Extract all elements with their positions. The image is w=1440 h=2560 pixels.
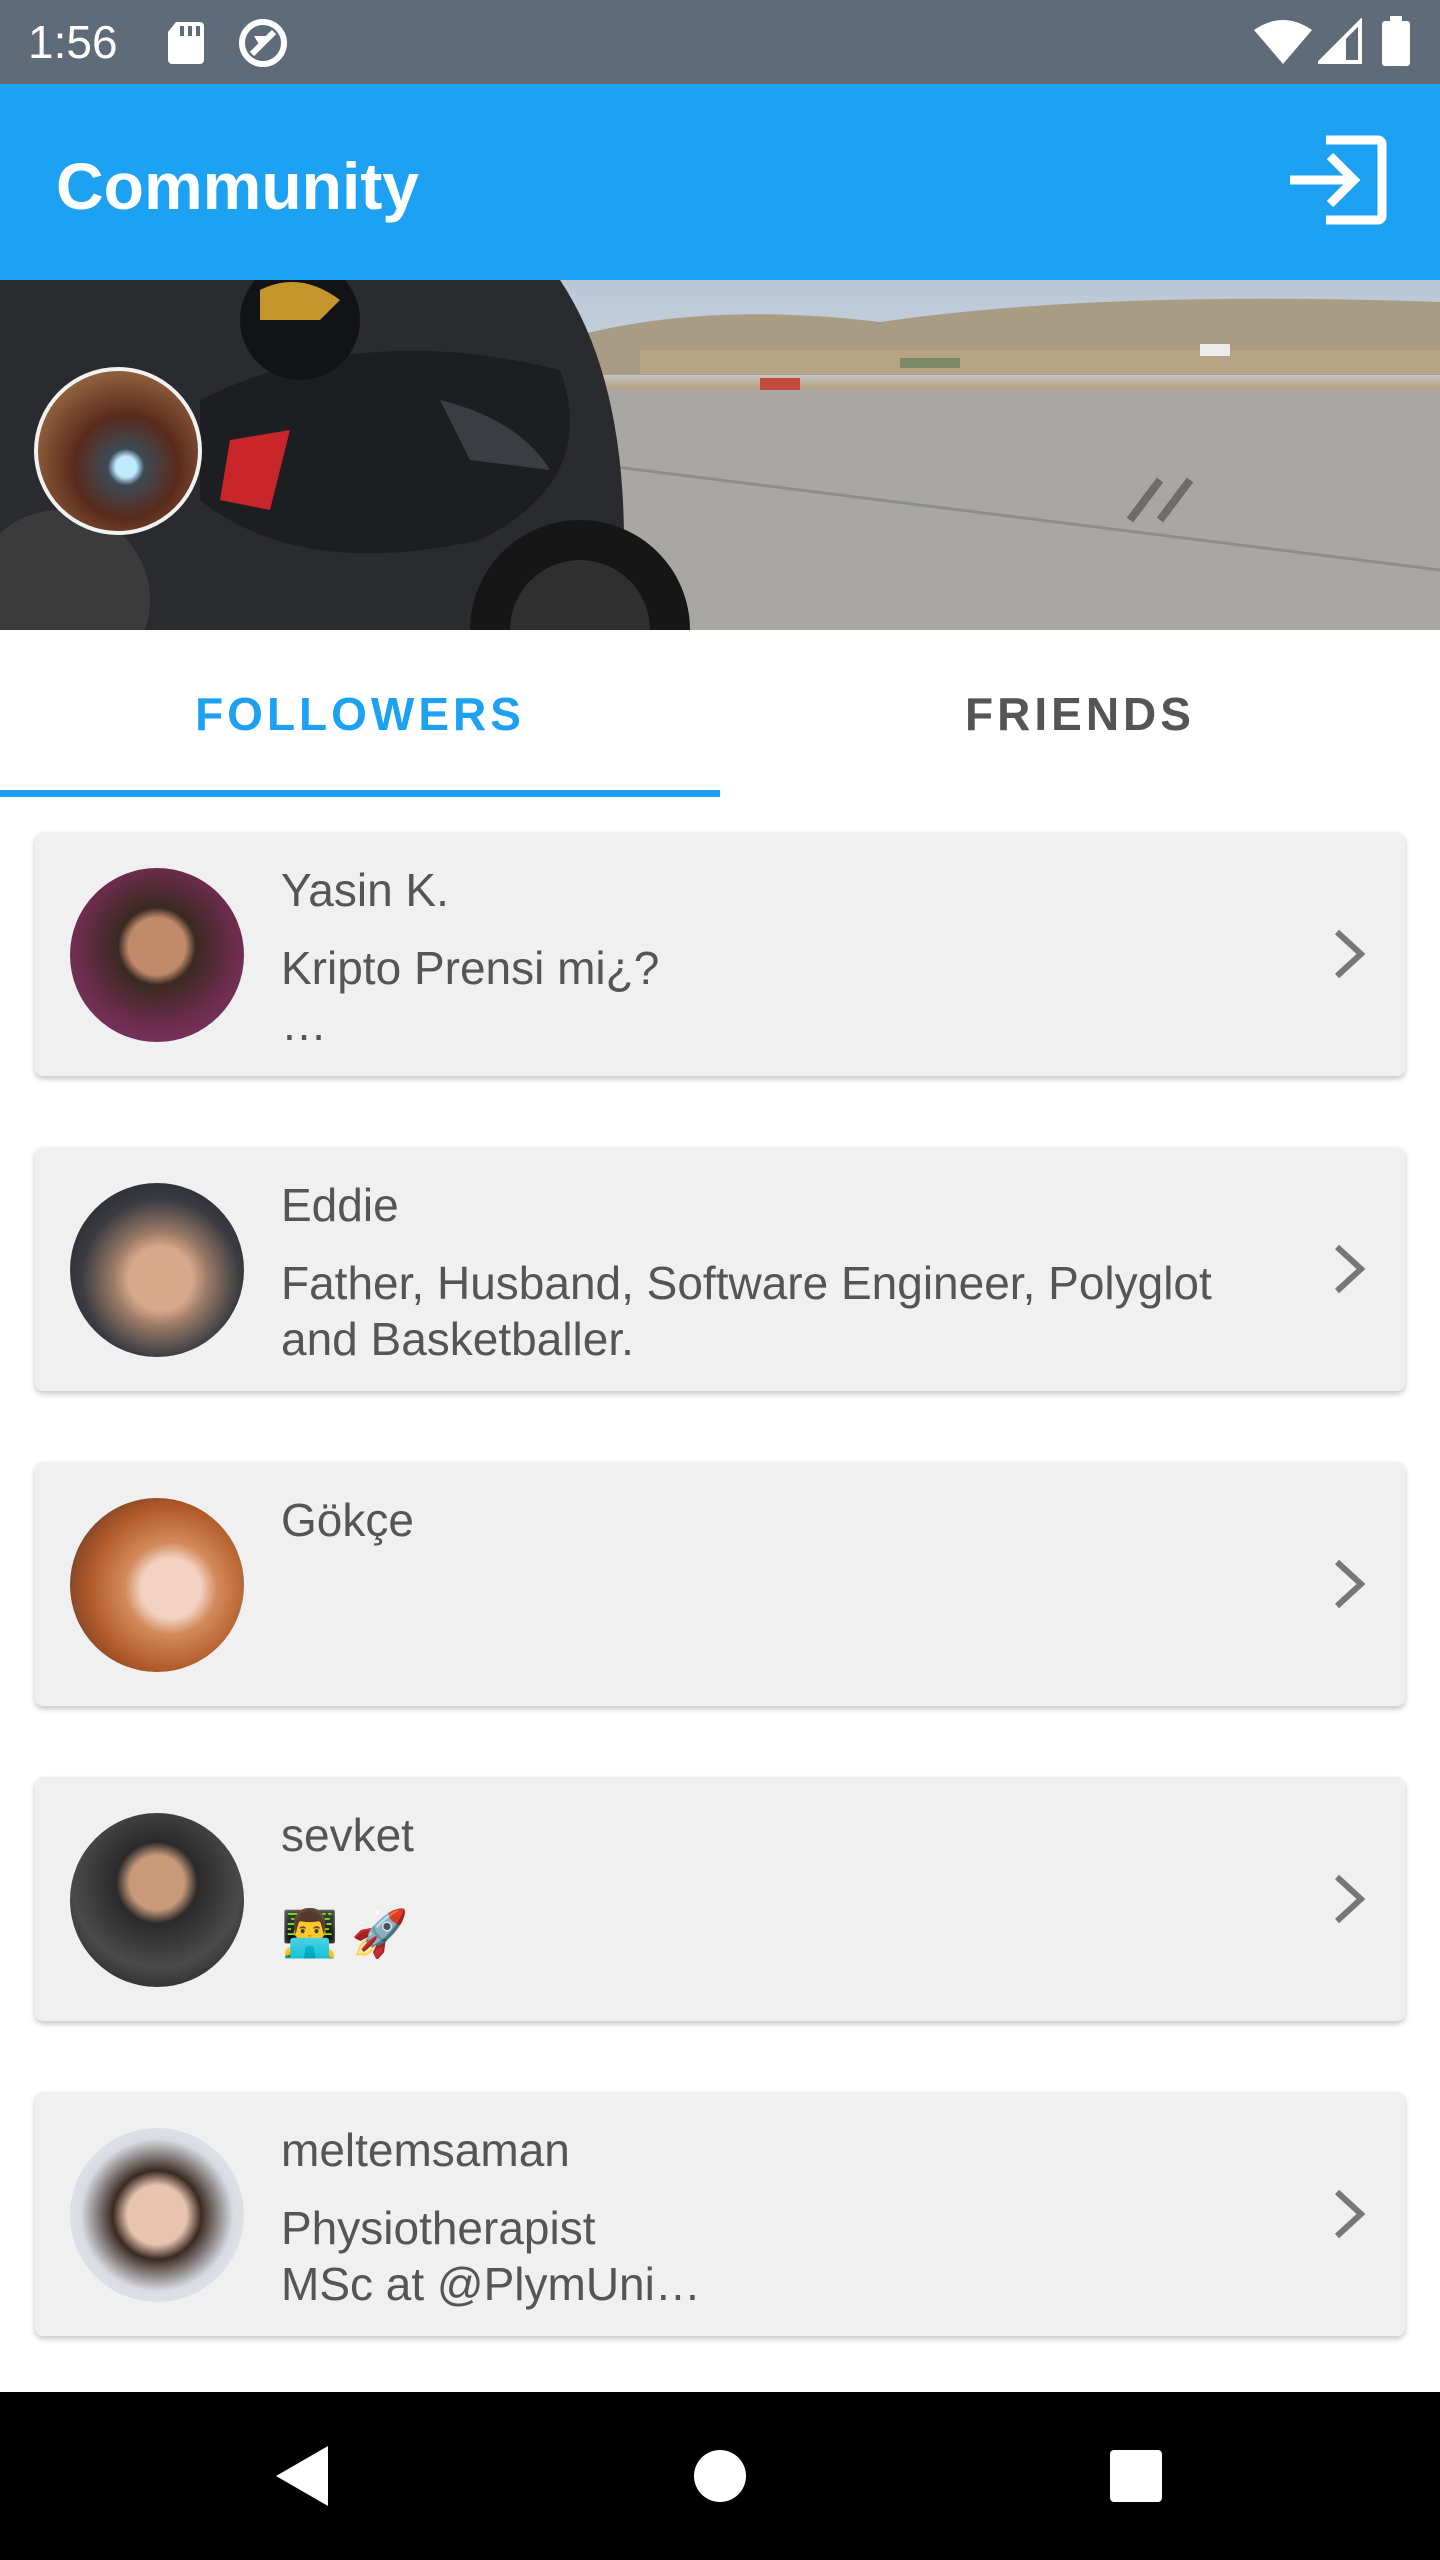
login-button[interactable] <box>1282 130 1392 230</box>
tab-indicator <box>0 790 720 797</box>
login-icon <box>1290 135 1387 225</box>
avatar <box>70 2128 244 2302</box>
wifi-icon <box>1254 20 1312 64</box>
sd-card-icon <box>168 22 204 64</box>
follower-bio: Physiotherapist MSc at @PlymUni… <box>281 2202 701 2310</box>
tab-followers[interactable]: FOLLOWERS <box>0 630 720 798</box>
follower-card[interactable]: Yasin K. Kripto Prensi mi¿? … <box>35 832 1405 1076</box>
signal-icon <box>1318 18 1362 64</box>
follower-name: meltemsaman <box>281 2124 570 2176</box>
follower-card[interactable]: Gökçe <box>35 1462 1405 1706</box>
follower-name: Yasin K. <box>281 864 449 916</box>
follower-card[interactable]: Eddie Father, Husband, Software Engineer… <box>35 1147 1405 1391</box>
follower-card[interactable]: sevket 👨‍💻 🚀 <box>35 1777 1405 2021</box>
cover-photo <box>0 280 1440 630</box>
avatar <box>70 1498 244 1672</box>
avatar <box>70 1183 244 1357</box>
chevron-right-icon <box>1334 929 1366 979</box>
follower-card[interactable]: meltemsaman Physiotherapist MSc at @Plym… <box>35 2092 1405 2336</box>
follower-bio: Kripto Prensi mi¿? … <box>281 942 660 1050</box>
status-time: 1:56 <box>28 16 118 68</box>
avatar <box>70 868 244 1042</box>
recents-icon[interactable] <box>1096 2436 1176 2516</box>
chevron-right-icon <box>1334 1874 1366 1924</box>
profile-avatar[interactable] <box>34 367 202 535</box>
tab-bar: FOLLOWERS FRIENDS <box>0 630 1440 798</box>
tab-friends[interactable]: FRIENDS <box>720 630 1440 798</box>
back-icon[interactable] <box>262 2436 342 2516</box>
chevron-right-icon <box>1334 1244 1366 1294</box>
follower-name: Gökçe <box>281 1494 414 1546</box>
status-bar: 1:56 <box>0 0 1440 84</box>
app-title: Community <box>56 149 419 223</box>
avatar <box>70 1813 244 1987</box>
follower-bio: Father, Husband, Software Engineer, Poly… <box>281 1257 1212 1365</box>
chevron-right-icon <box>1334 1559 1366 1609</box>
follower-name: Eddie <box>281 1179 399 1231</box>
follower-bio: 👨‍💻 🚀 <box>281 1907 409 1959</box>
cover-image <box>0 280 1440 630</box>
navigation-bar <box>0 2392 1440 2560</box>
home-icon[interactable] <box>680 2436 760 2516</box>
battery-icon <box>1382 16 1410 66</box>
data-saver-icon <box>239 19 287 67</box>
chevron-right-icon <box>1334 2189 1366 2239</box>
app-bar: Community <box>0 84 1440 280</box>
follower-name: sevket <box>281 1809 414 1861</box>
